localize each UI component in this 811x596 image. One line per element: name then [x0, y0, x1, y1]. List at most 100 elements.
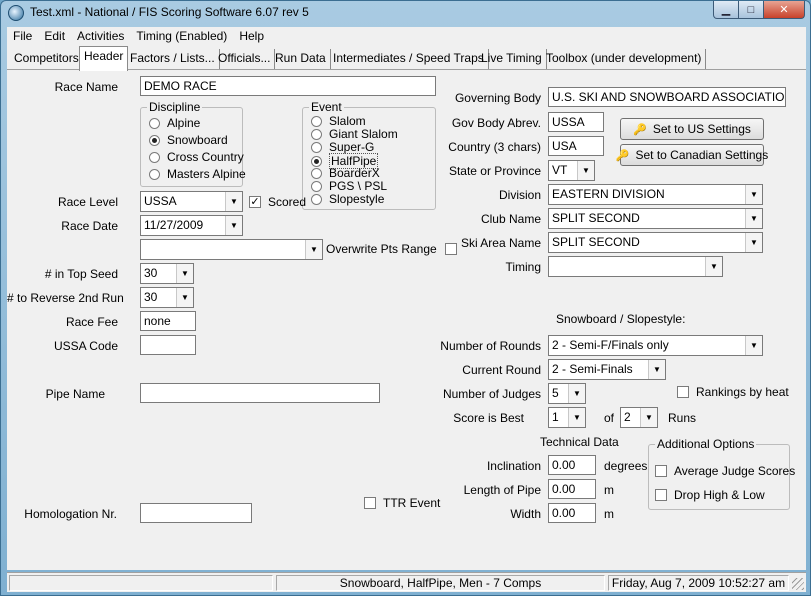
radio-masters-alpine[interactable]: Masters Alpine	[149, 167, 246, 181]
tab-header[interactable]: Header	[79, 46, 129, 71]
radio-pgs-psl[interactable]: PGS \ PSL	[311, 179, 387, 193]
gov-abbrev-input[interactable]: USSA	[548, 112, 604, 132]
chevron-down-icon[interactable]: ▼	[745, 185, 762, 204]
radio-indicator[interactable]	[311, 180, 322, 192]
chevron-down-icon[interactable]: ▼	[745, 336, 762, 355]
division-select[interactable]: EASTERN DIVISION ▼	[548, 184, 763, 205]
scored-checkbox[interactable]: ✓ Scored	[249, 195, 306, 209]
rounds-select[interactable]: 2 - Semi-F/Finals only ▼	[548, 335, 763, 356]
chevron-down-icon[interactable]: ▼	[577, 161, 594, 180]
tab-intermediates[interactable]: Intermediates / Speed Traps	[329, 49, 489, 69]
title-bar[interactable]: Test.xml - National / FIS Scoring Softwa…	[1, 1, 810, 25]
chevron-down-icon[interactable]: ▼	[648, 360, 665, 379]
checkbox-indicator[interactable]	[655, 489, 667, 501]
minimize-button[interactable]: ▁	[713, 1, 739, 19]
radio-slalom[interactable]: Slalom	[311, 114, 366, 128]
width-input[interactable]: 0.00	[548, 503, 596, 523]
chevron-down-icon[interactable]: ▼	[176, 264, 193, 283]
menu-edit[interactable]: Edit	[38, 27, 71, 46]
race-name-input[interactable]: DEMO RACE	[140, 76, 436, 96]
radio-indicator[interactable]	[311, 128, 322, 140]
chevron-down-icon[interactable]: ▼	[305, 240, 322, 259]
radio-label: Super-G	[329, 140, 375, 154]
race-level-select[interactable]: USSA ▼	[140, 191, 243, 212]
top-seed-select[interactable]: 30 ▼	[140, 263, 194, 284]
radio-label: BoarderX	[329, 166, 380, 180]
radio-indicator[interactable]	[311, 193, 322, 205]
radio-boarderx[interactable]: BoarderX	[311, 166, 380, 180]
inclination-input[interactable]: 0.00	[548, 455, 596, 475]
chevron-down-icon[interactable]: ▼	[225, 192, 242, 211]
ski-area-select[interactable]: SPLIT SECOND ▼	[548, 232, 763, 253]
radio-super-g[interactable]: Super-G	[311, 140, 374, 154]
reverse-select[interactable]: 30 ▼	[140, 287, 194, 308]
chevron-down-icon[interactable]: ▼	[745, 209, 762, 228]
length-unit: m	[604, 483, 614, 497]
radio-indicator[interactable]	[311, 167, 322, 179]
radio-indicator[interactable]	[311, 155, 322, 167]
resize-grip-icon[interactable]	[792, 578, 804, 590]
checkbox-indicator[interactable]	[364, 497, 376, 509]
set-canadian-settings-button[interactable]: 🔑 Set to Canadian Settings	[616, 144, 768, 166]
chevron-down-icon[interactable]: ▼	[225, 216, 242, 235]
radio-snowboard[interactable]: Snowboard	[149, 133, 228, 147]
radio-indicator[interactable]	[311, 141, 322, 153]
chevron-down-icon[interactable]: ▼	[176, 288, 193, 307]
radio-giant-slalom[interactable]: Giant Slalom	[311, 127, 398, 141]
race-level-label: Race Level	[57, 195, 118, 209]
chevron-down-icon[interactable]: ▼	[568, 384, 585, 403]
pts-range-select[interactable]: ▼	[140, 239, 323, 260]
checkbox-indicator[interactable]	[677, 386, 689, 398]
judges-select[interactable]: 5 ▼	[548, 383, 586, 404]
radio-indicator[interactable]	[149, 151, 160, 163]
chevron-down-icon[interactable]: ▼	[705, 257, 722, 276]
score-best-select[interactable]: 1 ▼	[548, 407, 586, 428]
radio-indicator[interactable]	[149, 168, 160, 180]
rankings-by-heat-checkbox[interactable]: Rankings by heat	[677, 385, 789, 399]
governing-body-input[interactable]: U.S. SKI AND SNOWBOARD ASSOCIATION	[548, 87, 786, 107]
tab-competitors[interactable]: Competitors	[10, 49, 84, 69]
top-seed-label: # in Top Seed	[44, 267, 118, 281]
radio-indicator[interactable]	[311, 115, 322, 127]
chevron-down-icon[interactable]: ▼	[745, 233, 762, 252]
homologation-input[interactable]	[140, 503, 252, 523]
radio-indicator[interactable]	[149, 134, 160, 146]
tab-live-timing[interactable]: Live Timing	[477, 49, 547, 69]
chevron-down-icon[interactable]: ▼	[640, 408, 657, 427]
tab-factors-lists[interactable]: Factors / Lists...	[126, 49, 220, 69]
checkbox-indicator[interactable]: ✓	[249, 196, 261, 208]
country-input[interactable]: USA	[548, 136, 604, 156]
drop-high-low-checkbox[interactable]: Drop High & Low	[655, 488, 765, 502]
set-us-settings-button[interactable]: 🔑 Set to US Settings	[620, 118, 764, 140]
race-level-value: USSA	[144, 194, 177, 208]
maximize-button[interactable]: □	[738, 1, 764, 19]
radio-alpine[interactable]: Alpine	[149, 116, 200, 130]
pipe-name-input[interactable]	[140, 383, 380, 403]
race-fee-input[interactable]: none	[140, 311, 196, 331]
race-date-picker[interactable]: 11/27/2009 ▼	[140, 215, 243, 236]
ussa-code-input[interactable]	[140, 335, 196, 355]
checkbox-indicator[interactable]	[655, 465, 667, 477]
state-select[interactable]: VT ▼	[548, 160, 595, 181]
tab-officials[interactable]: Officials...	[214, 49, 276, 69]
current-round-select[interactable]: 2 - Semi-Finals ▼	[548, 359, 666, 380]
radio-label: Alpine	[167, 116, 201, 130]
timing-select[interactable]: ▼	[548, 256, 723, 277]
menu-timing[interactable]: Timing (Enabled)	[130, 27, 233, 46]
length-input[interactable]: 0.00	[548, 479, 596, 499]
menu-file[interactable]: File	[7, 27, 38, 46]
close-button[interactable]: ✕	[763, 1, 805, 19]
tab-toolbox[interactable]: Toolbox (under development)	[542, 49, 707, 69]
chevron-down-icon[interactable]: ▼	[568, 408, 585, 427]
average-judge-scores-checkbox[interactable]: Average Judge Scores	[655, 464, 795, 478]
tab-run-data[interactable]: Run Data	[271, 49, 331, 69]
radio-cross-country[interactable]: Cross Country	[149, 150, 244, 164]
radio-slopestyle[interactable]: Slopestyle	[311, 192, 384, 206]
radio-indicator[interactable]	[149, 117, 160, 129]
additional-options-title: Additional Options	[655, 437, 757, 451]
club-name-select[interactable]: SPLIT SECOND ▼	[548, 208, 763, 229]
menu-help[interactable]: Help	[233, 27, 270, 46]
menu-activities[interactable]: Activities	[71, 27, 130, 46]
runs-select[interactable]: 2 ▼	[620, 407, 658, 428]
app-icon[interactable]	[8, 5, 24, 21]
